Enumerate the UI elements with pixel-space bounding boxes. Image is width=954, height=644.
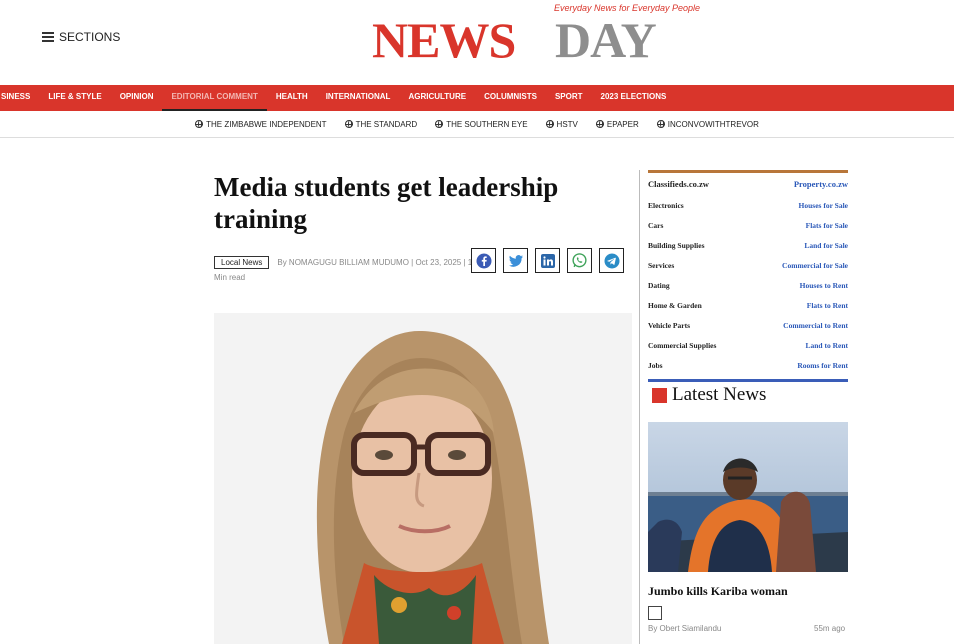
nav-item-columnists[interactable]: COLUMNISTS <box>475 85 546 111</box>
twitter-share-button[interactable] <box>503 248 528 273</box>
globe-icon <box>656 120 665 128</box>
telegram-share-button[interactable] <box>599 248 624 273</box>
facebook-share-button[interactable] <box>471 248 496 273</box>
classified-link[interactable]: Dating <box>648 281 670 290</box>
globe-icon <box>195 120 204 128</box>
classifieds-row: Commercial Supplies Land to Rent <box>648 335 848 355</box>
classifieds-row: Home & Garden Flats to Rent <box>648 295 848 315</box>
classified-link[interactable]: Cars <box>648 221 663 230</box>
property-link[interactable]: Commercial for Sale <box>782 261 848 270</box>
partner-link-label: THE ZIMBABWE INDEPENDENT <box>206 119 327 129</box>
latest-news-title: Latest News <box>672 384 767 405</box>
article-meta: Local News By NOMAGUGU BILLIAM MUDUMO | … <box>214 256 472 269</box>
property-link[interactable]: Houses for Sale <box>799 201 848 210</box>
hamburger-icon <box>42 32 54 42</box>
property-link[interactable]: Flats for Sale <box>806 221 848 230</box>
partner-link-epaper[interactable]: EPAPER <box>595 119 639 129</box>
classified-link[interactable]: Building Supplies <box>648 241 705 250</box>
whatsapp-share-button[interactable] <box>567 248 592 273</box>
category-tag[interactable]: Local News <box>214 256 270 269</box>
article-title: Media students get leadership training <box>214 172 559 234</box>
partner-link-label: THE STANDARD <box>355 119 418 129</box>
property-link[interactable]: Commercial to Rent <box>783 321 848 330</box>
nav-item-business[interactable]: SINESS <box>0 85 39 111</box>
latest-news-item-title[interactable]: Jumbo kills Kariba woman <box>648 584 788 599</box>
article-byline: By NOMAGUGU BILLIAM MUDUMO | Oct 23, 202… <box>277 258 473 267</box>
classified-link[interactable]: Electronics <box>648 201 684 210</box>
latest-news-age: 55m ago <box>814 624 846 633</box>
linkedin-icon <box>540 253 555 268</box>
facebook-icon <box>476 253 491 268</box>
property-link[interactable]: Rooms for Rent <box>797 361 848 370</box>
property-link[interactable]: Land for Sale <box>804 241 848 250</box>
nav-item-life-style[interactable]: LIFE & STYLE <box>39 85 110 111</box>
partner-link-zimbabwe-independent[interactable]: THE ZIMBABWE INDEPENDENT <box>195 119 327 129</box>
partner-link-label: THE SOUTHERN EYE <box>446 119 528 129</box>
sections-menu-button[interactable]: SECTIONS <box>42 30 120 44</box>
classified-link[interactable]: Vehicle Parts <box>648 321 690 330</box>
classifieds-row: Building Supplies Land for Sale <box>648 235 848 255</box>
partner-link-inconvowithtrevor[interactable]: INCONVOWITHTREVOR <box>656 119 759 129</box>
classified-link[interactable]: Services <box>648 261 674 270</box>
property-title[interactable]: Property.co.zw <box>794 179 848 189</box>
site-header: SECTIONS NEWS DAY Everyday News for Ever… <box>0 0 954 85</box>
partner-link-label: EPAPER <box>606 119 639 129</box>
globe-icon <box>545 120 554 128</box>
latest-news-heading: Latest News <box>652 384 766 406</box>
telegram-icon <box>604 253 619 268</box>
classifieds-row: Vehicle Parts Commercial to Rent <box>648 315 848 335</box>
globe-icon <box>344 120 353 128</box>
nav-item-opinion[interactable]: OPINION <box>111 85 163 111</box>
partner-link-hstv[interactable]: HSTV <box>545 119 578 129</box>
classifieds-row: Services Commercial for Sale <box>648 255 848 275</box>
classifieds-row: Electronics Houses for Sale <box>648 195 848 215</box>
news-photo <box>648 422 848 572</box>
property-link[interactable]: Land to Rent <box>805 341 848 350</box>
classifieds-header-row: Classifieds.co.zw Property.co.zw <box>648 173 848 195</box>
nav-item-health[interactable]: HEALTH <box>267 85 317 111</box>
partner-link-label: INCONVOWITHTREVOR <box>667 119 759 129</box>
classifieds-row: Dating Houses to Rent <box>648 275 848 295</box>
latest-news-author: By Obert Siamilandu <box>648 624 722 633</box>
nav-item-international[interactable]: INTERNATIONAL <box>317 85 400 111</box>
partner-link-the-standard[interactable]: THE STANDARD <box>344 119 418 129</box>
classified-link[interactable]: Commercial Supplies <box>648 341 716 350</box>
article-hero-image <box>214 313 632 644</box>
nav-item-editorial-comment[interactable]: EDITORIAL COMMENT <box>162 85 267 111</box>
tagline: Everyday News for Everyday People <box>554 3 701 13</box>
linkedin-share-button[interactable] <box>535 248 560 273</box>
latest-news-thumbnail[interactable] <box>648 422 848 572</box>
partner-links: THE ZIMBABWE INDEPENDENT THE STANDARD TH… <box>0 111 954 138</box>
logo-day-text: DAY <box>555 12 657 68</box>
main-nav: SINESS LIFE & STYLE OPINION EDITORIAL CO… <box>0 85 954 111</box>
save-checkbox[interactable] <box>648 606 662 620</box>
classifieds-title[interactable]: Classifieds.co.zw <box>648 179 709 189</box>
twitter-icon <box>508 254 523 267</box>
property-link[interactable]: Houses to Rent <box>800 281 848 290</box>
share-buttons <box>471 248 624 273</box>
red-square-icon <box>652 387 667 403</box>
portrait-photo <box>214 313 632 644</box>
logo-news-text: NEWS <box>372 12 516 68</box>
read-time: Min read <box>214 273 246 282</box>
nav-item-agriculture[interactable]: AGRICULTURE <box>399 85 475 111</box>
classified-link[interactable]: Home & Garden <box>648 301 702 310</box>
partner-link-southern-eye[interactable]: THE SOUTHERN EYE <box>435 119 528 129</box>
classifieds-row: Cars Flats for Sale <box>648 215 848 235</box>
property-link[interactable]: Flats to Rent <box>807 301 848 310</box>
partner-link-label: HSTV <box>556 119 578 129</box>
classifieds-box: Classifieds.co.zw Property.co.zw Electro… <box>648 170 848 382</box>
globe-icon <box>595 120 604 128</box>
nav-item-2023-elections[interactable]: 2023 ELECTIONS <box>592 85 676 111</box>
classifieds-row: Jobs Rooms for Rent <box>648 355 848 375</box>
newsday-logo[interactable]: NEWS DAY <box>372 10 682 70</box>
sections-label: SECTIONS <box>59 30 121 44</box>
classified-link[interactable]: Jobs <box>648 361 663 370</box>
nav-item-sport[interactable]: SPORT <box>546 85 592 111</box>
globe-icon <box>435 120 444 128</box>
whatsapp-icon <box>572 253 587 268</box>
sidebar-divider <box>639 170 640 644</box>
